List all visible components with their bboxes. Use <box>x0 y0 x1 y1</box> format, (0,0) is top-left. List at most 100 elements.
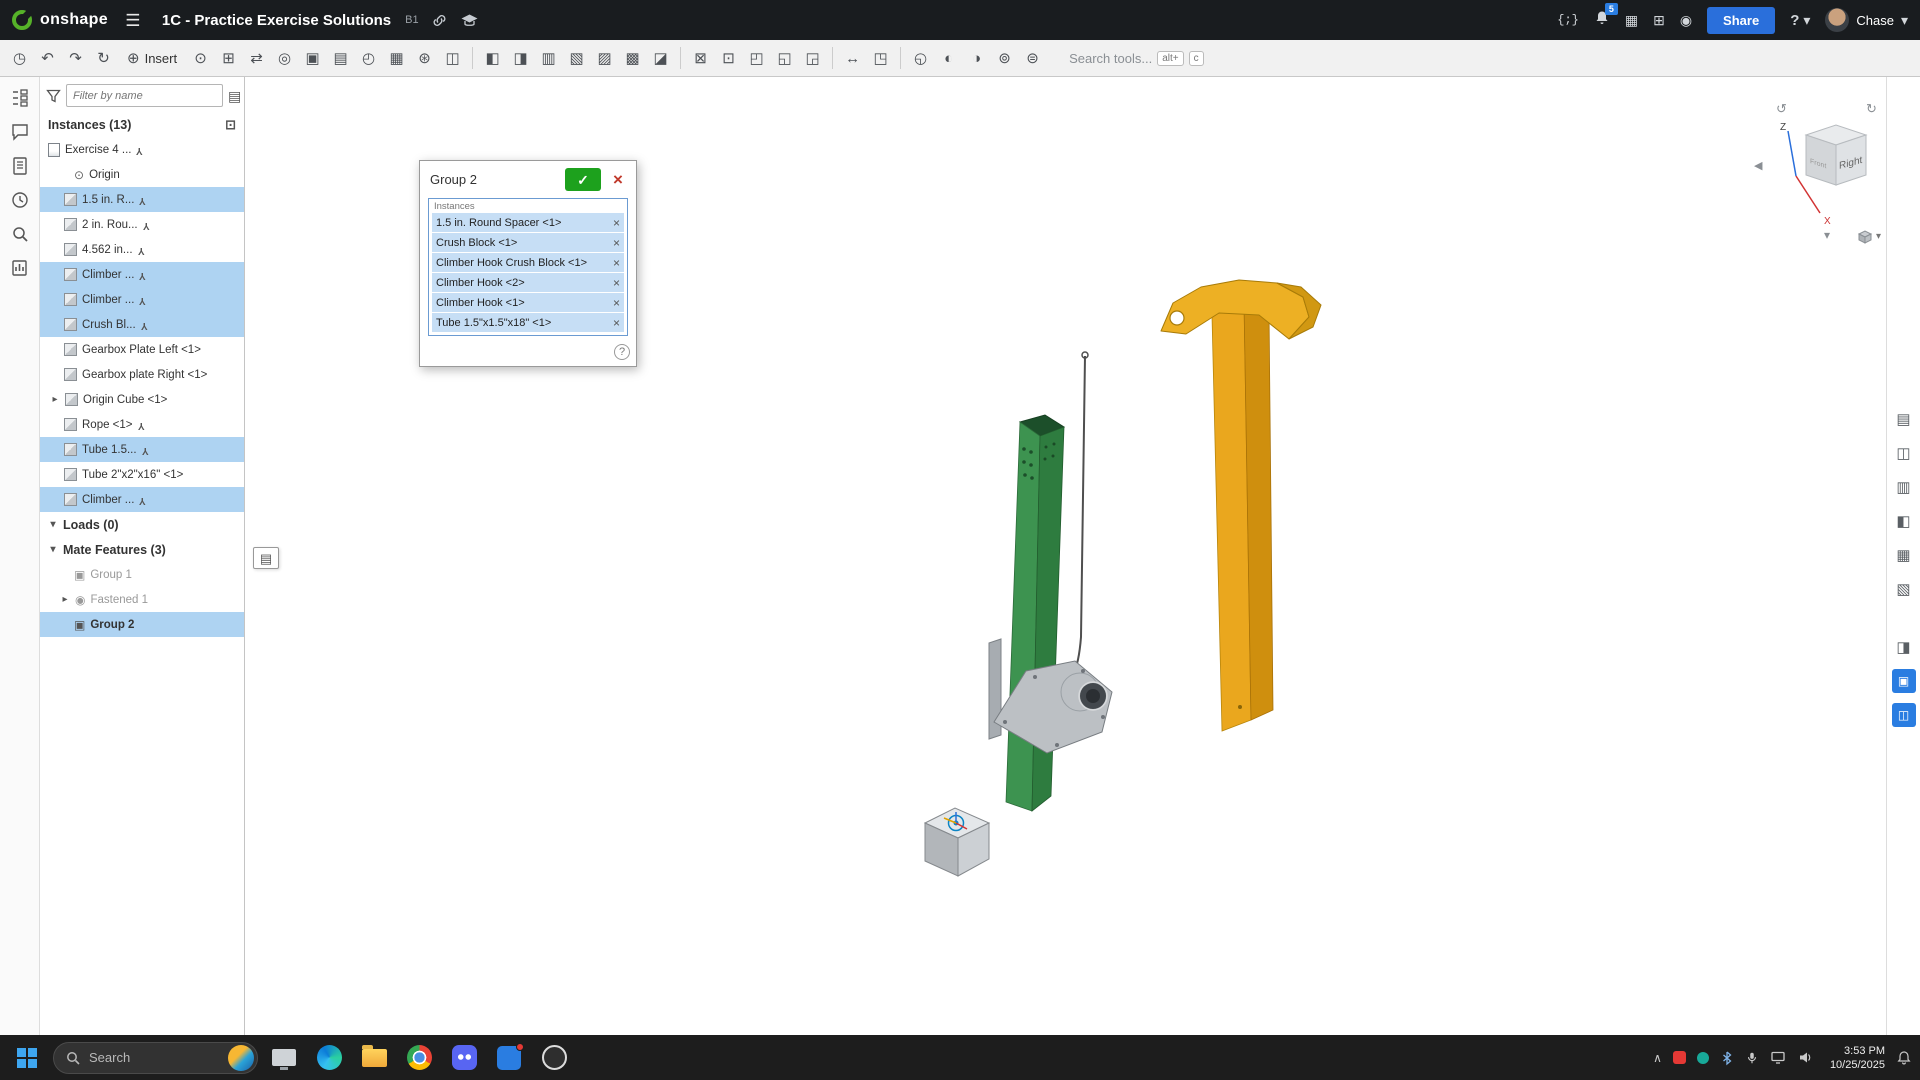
mate-feature-fastened-1[interactable]: ▸ ◉ Fastened 1 <box>40 587 244 612</box>
linear-pattern-icon[interactable]: ▤ <box>327 45 354 72</box>
sync-icon[interactable]: ↻ <box>90 45 117 72</box>
circular-pattern-icon[interactable]: ◴ <box>355 45 382 72</box>
mic-icon[interactable] <box>1745 1050 1759 1066</box>
filter-funnel-icon[interactable] <box>46 89 61 103</box>
view-options-button[interactable]: ▾ <box>1857 229 1881 244</box>
app-store-icon[interactable]: ⊞ <box>1653 13 1665 27</box>
release-management-icon[interactable]: ▦ <box>1625 13 1638 27</box>
display-states-icon[interactable]: ◧ <box>479 45 506 72</box>
notifications-button[interactable]: 5 <box>1594 10 1610 31</box>
hamburger-menu-icon[interactable]: ☰ <box>120 7 146 33</box>
share-button[interactable]: Share <box>1707 7 1775 34</box>
tree-item-4562[interactable]: 4.562 in... Y <box>40 237 244 262</box>
remove-instance-icon[interactable]: × <box>613 317 620 329</box>
mate-connector-tool-icon[interactable]: ◎ <box>271 45 298 72</box>
remove-instance-icon[interactable]: × <box>613 237 620 249</box>
community-icon[interactable]: ◉ <box>1680 13 1692 27</box>
mate-connector-icon[interactable]: Y <box>139 270 146 280</box>
bom-panel-icon[interactable]: ◫ <box>1892 441 1916 465</box>
animate-icon[interactable]: ◑ <box>963 45 990 72</box>
green-tube-part[interactable] <box>1006 415 1064 811</box>
bom-icon[interactable]: ◱ <box>771 45 798 72</box>
insert-instance-icon[interactable]: ⊡ <box>225 118 236 131</box>
features-flyout-button[interactable]: ▤ <box>253 547 279 569</box>
parts-list-panel-icon[interactable]: ▤ <box>1892 407 1916 431</box>
history-icon[interactable] <box>11 191 29 209</box>
mkcad-panel-icon[interactable]: ▣ <box>1892 669 1916 693</box>
discord-icon[interactable] <box>445 1039 483 1077</box>
mate-connector-icon[interactable]: Y <box>136 145 143 155</box>
account-menu[interactable]: Chase ▾ <box>1825 8 1908 32</box>
configurations-icon[interactable]: ⊚ <box>991 45 1018 72</box>
help-menu[interactable]: ? ▾ <box>1790 13 1810 28</box>
custom-feature-icon[interactable]: ⊜ <box>1019 45 1046 72</box>
appearance-icon[interactable]: ▧ <box>563 45 590 72</box>
dialog-help-icon[interactable]: ? <box>614 344 630 360</box>
vscode-icon[interactable] <box>490 1039 528 1077</box>
mate-connector-icon[interactable]: Y <box>142 445 149 455</box>
report-panel-icon[interactable] <box>11 259 28 277</box>
tree-item-gearbox-plate-right[interactable]: Gearbox plate Right <1> <box>40 362 244 387</box>
accept-button[interactable]: ✓ <box>565 168 601 191</box>
share-link-icon[interactable] <box>431 12 448 29</box>
mass-properties-icon[interactable]: ◳ <box>867 45 894 72</box>
rope-part[interactable] <box>1073 356 1085 675</box>
dialog-instance-row[interactable]: Climber Hook <2> × <box>432 273 624 292</box>
explode-icon[interactable]: ⊛ <box>411 45 438 72</box>
version-badge[interactable]: B1 <box>405 14 418 26</box>
taskbar-clock[interactable]: 3:53 PM 10/25/2025 <box>1830 1044 1885 1072</box>
tree-item-round-spacer-15[interactable]: 1.5 in. R... Y <box>40 187 244 212</box>
tree-item-climber-3[interactable]: Climber ... Y <box>40 487 244 512</box>
cancel-button[interactable]: × <box>608 171 628 188</box>
mate-connector-icon[interactable]: Y <box>141 320 148 330</box>
tree-item-origin[interactable]: ⊙ Origin <box>40 162 244 187</box>
section-view-icon[interactable]: ▥ <box>535 45 562 72</box>
document-panel-icon[interactable] <box>12 157 28 175</box>
measure-panel-icon[interactable]: ◨ <box>1892 635 1916 659</box>
remove-instance-icon[interactable]: × <box>613 277 620 289</box>
start-button[interactable] <box>8 1039 46 1077</box>
display-panel-icon[interactable]: ◧ <box>1892 509 1916 533</box>
loads-header[interactable]: ▾ Loads (0) <box>40 512 244 537</box>
drawing-icon[interactable]: ◵ <box>907 45 934 72</box>
mate-feature-group-2[interactable]: ▣ Group 2 <box>40 612 244 637</box>
dialog-instance-row[interactable]: Crush Block <1> × <box>432 233 624 252</box>
mate-connector-icon[interactable]: Y <box>139 495 146 505</box>
notification-bell-icon[interactable] <box>1896 1050 1912 1066</box>
edge-icon[interactable] <box>310 1039 348 1077</box>
teams-tray-icon[interactable] <box>1697 1052 1709 1064</box>
filter-input[interactable] <box>66 84 223 107</box>
remove-instance-icon[interactable]: × <box>613 297 620 309</box>
tree-item-rope[interactable]: Rope <1> Y <box>40 412 244 437</box>
tree-item-origin-cube[interactable]: ▸ Origin Cube <1> <box>40 387 244 412</box>
group-icon[interactable]: ⊞ <box>215 45 242 72</box>
tree-item-climber-2[interactable]: Climber ... Y <box>40 287 244 312</box>
insert-button[interactable]: ⊕ Insert <box>118 47 186 70</box>
split-view-panel-icon[interactable]: ◫ <box>1892 703 1916 727</box>
dialog-instance-row[interactable]: Tube 1.5"x1.5"x18" <1> × <box>432 313 624 332</box>
mate-connector-icon[interactable]: Y <box>138 245 145 255</box>
graphics-viewport[interactable]: ▤ Group 2 ✓ × Instances 1.5 in. Round Sp… <box>245 77 1886 1035</box>
feature-script-icon[interactable]: {;} <box>1557 14 1579 26</box>
measure-icon[interactable]: ↔ <box>839 45 866 72</box>
chrome-icon[interactable] <box>400 1039 438 1077</box>
edit-in-context-icon[interactable]: ▩ <box>619 45 646 72</box>
relation-icon[interactable]: ⇄ <box>243 45 270 72</box>
expand-chevron-icon[interactable]: ▸ <box>60 595 70 605</box>
section-panel-icon[interactable]: ▧ <box>1892 577 1916 601</box>
mate-icon[interactable]: ⊙ <box>187 45 214 72</box>
view-cube[interactable]: Z X Front Right ↺ ↻ ◀ ▶ ▾ <box>1740 81 1886 251</box>
list-view-icon[interactable]: ▤ <box>228 89 241 103</box>
comments-icon[interactable] <box>11 123 29 141</box>
onshape-logo[interactable]: onshape <box>12 10 108 30</box>
taskbar-search[interactable]: Search <box>53 1042 258 1074</box>
remove-instance-icon[interactable]: × <box>613 217 620 229</box>
sheet-metal-icon[interactable]: ⊠ <box>687 45 714 72</box>
search-highlight-image[interactable] <box>228 1045 254 1071</box>
tree-item-tube-15[interactable]: Tube 1.5... Y <box>40 437 244 462</box>
origin-cube-part[interactable] <box>925 808 989 876</box>
tree-item-round-spacer-2[interactable]: 2 in. Rou... Y <box>40 212 244 237</box>
display-tray-icon[interactable] <box>1770 1050 1786 1065</box>
tree-item-climber-1[interactable]: Climber ... Y <box>40 262 244 287</box>
learning-center-icon[interactable] <box>460 13 479 28</box>
